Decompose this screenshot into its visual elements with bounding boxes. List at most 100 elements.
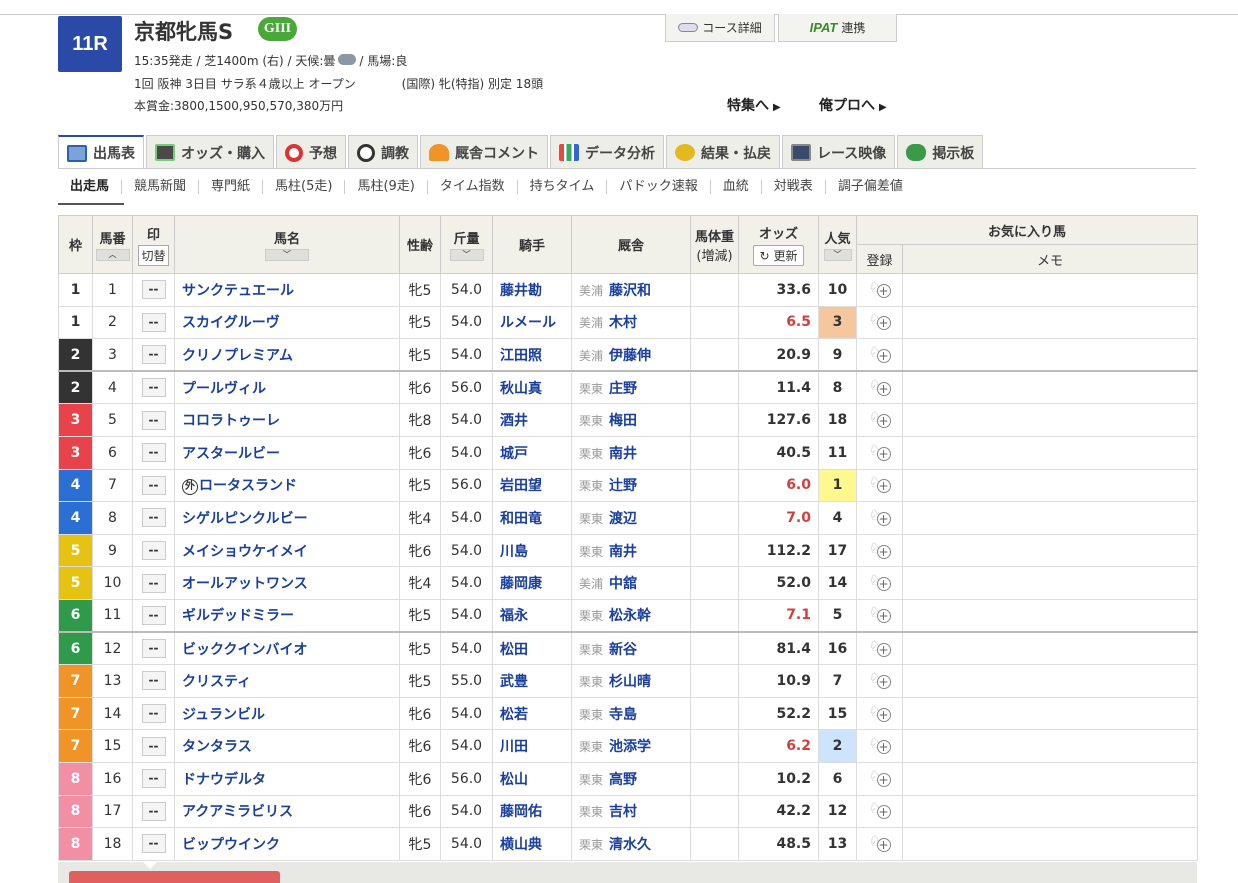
- horse-name-link[interactable]: オールアットワンス: [182, 576, 308, 592]
- horse-name-link[interactable]: アクアミラビリス: [182, 804, 293, 820]
- trainer-link[interactable]: 池添学: [609, 739, 651, 755]
- add-favorite-icon[interactable]: ♘ +: [868, 441, 892, 461]
- jockey-link[interactable]: 秋山真: [500, 381, 542, 397]
- mark-select[interactable]: --: [141, 475, 166, 495]
- jockey-link[interactable]: 和田竜: [500, 511, 542, 527]
- horse-name-link[interactable]: サンクテュエール: [182, 283, 294, 299]
- mark-select[interactable]: --: [141, 639, 166, 659]
- horse-name-link[interactable]: アスタールビー: [182, 446, 280, 462]
- horse-name-link[interactable]: ロータスランド: [199, 478, 297, 494]
- jockey-link[interactable]: 福永: [500, 608, 528, 624]
- jockey-link[interactable]: 横山典: [500, 837, 542, 853]
- add-favorite-icon[interactable]: ♘ +: [868, 669, 892, 689]
- subnav-paddock[interactable]: パドック速報: [607, 180, 711, 194]
- tab-video[interactable]: レース映像: [782, 135, 896, 169]
- add-favorite-icon[interactable]: ♘ +: [868, 408, 892, 429]
- horse-name-link[interactable]: クリノプレミアム: [182, 348, 293, 364]
- memo-cell[interactable]: [901, 566, 1199, 600]
- memo-cell[interactable]: [901, 533, 1199, 568]
- memo-cell[interactable]: [901, 827, 1199, 861]
- mark-select[interactable]: --: [141, 410, 166, 430]
- trainer-link[interactable]: 清水久: [609, 837, 651, 853]
- horse-name-link[interactable]: クリスティ: [182, 674, 251, 690]
- jockey-link[interactable]: 岩田望: [500, 478, 542, 494]
- tab-odds[interactable]: オッズ・購入: [146, 135, 274, 169]
- subnav-pedigree[interactable]: 血統: [711, 180, 762, 194]
- horse-name-link[interactable]: ドナウデルタ: [182, 772, 266, 788]
- subnav-newspaper[interactable]: 競馬新聞: [122, 180, 200, 194]
- add-favorite-icon[interactable]: ♘ +: [868, 571, 892, 592]
- header-kinryo[interactable]: 斤量 ﹀: [440, 215, 493, 274]
- mark-select[interactable]: --: [141, 280, 166, 300]
- subnav-umabashira-9[interactable]: 馬柱(9走): [345, 180, 428, 194]
- horse-name-link[interactable]: スカイグルーヴ: [182, 315, 280, 331]
- memo-cell[interactable]: [901, 403, 1199, 437]
- horse-name-link[interactable]: コロラトゥーレ: [182, 413, 280, 429]
- mark-select[interactable]: --: [141, 769, 166, 789]
- subnav-condition[interactable]: 調子偏差値: [826, 180, 915, 194]
- horse-name-link[interactable]: シゲルピンクルビー: [182, 511, 308, 527]
- jockey-link[interactable]: 松山: [500, 772, 528, 788]
- subnav-shussoba[interactable]: 出走馬: [58, 180, 123, 194]
- special-link[interactable]: 特集へ ▶: [727, 95, 781, 115]
- sort-down-icon[interactable]: ﹀: [449, 249, 484, 261]
- jockey-link[interactable]: 川田: [500, 739, 528, 755]
- jockey-link[interactable]: 藤井勘: [500, 283, 542, 299]
- trainer-link[interactable]: 新谷: [609, 642, 637, 658]
- memo-cell[interactable]: [901, 501, 1199, 535]
- mark-select[interactable]: --: [141, 378, 166, 398]
- memo-cell[interactable]: [901, 664, 1199, 698]
- trainer-link[interactable]: 杉山晴: [609, 674, 651, 690]
- memo-cell[interactable]: [901, 468, 1199, 503]
- mark-select[interactable]: --: [141, 671, 166, 691]
- sort-up-icon[interactable]: ︿: [95, 249, 130, 261]
- jockey-link[interactable]: 酒井: [500, 413, 528, 429]
- memo-cell[interactable]: [901, 273, 1199, 307]
- tab-data[interactable]: データ分析: [550, 135, 664, 169]
- jockey-link[interactable]: 江田照: [500, 348, 542, 364]
- tab-bbs[interactable]: 掲示板: [897, 135, 984, 169]
- mark-select[interactable]: --: [141, 508, 166, 528]
- jockey-link[interactable]: 松若: [500, 707, 528, 723]
- mark-select[interactable]: --: [141, 312, 166, 332]
- trainer-link[interactable]: 南井: [609, 544, 637, 560]
- mark-select[interactable]: --: [141, 541, 166, 561]
- mark-select[interactable]: --: [141, 834, 166, 854]
- memo-cell[interactable]: [901, 598, 1199, 633]
- mark-select[interactable]: --: [141, 345, 166, 365]
- jockey-link[interactable]: 城戸: [500, 446, 528, 462]
- subnav-best-time[interactable]: 持ちタイム: [518, 180, 608, 194]
- horse-name-link[interactable]: メイショウケイメイ: [182, 544, 308, 560]
- memo-cell[interactable]: [901, 794, 1199, 829]
- jockey-link[interactable]: 武豊: [500, 674, 528, 690]
- header-umaban[interactable]: 馬番 ︿: [92, 215, 133, 274]
- tab-result[interactable]: 結果・払戻: [666, 135, 780, 169]
- add-favorite-icon[interactable]: ♘ +: [868, 473, 892, 494]
- add-favorite-icon[interactable]: ♘ +: [868, 376, 892, 396]
- sort-down-icon[interactable]: ﹀: [265, 249, 309, 261]
- jockey-link[interactable]: 松田: [500, 642, 528, 658]
- tab-chokyo[interactable]: 調教: [348, 135, 418, 169]
- memo-cell[interactable]: [901, 305, 1199, 340]
- memo-cell[interactable]: [901, 370, 1199, 405]
- sort-down-icon[interactable]: ﹀: [823, 249, 852, 261]
- horse-name-link[interactable]: ギルデッドミラー: [182, 608, 294, 624]
- add-favorite-icon[interactable]: ♘ +: [868, 734, 892, 755]
- memo-cell[interactable]: [901, 435, 1199, 470]
- ipat-link-button[interactable]: IPAT 連携: [778, 14, 897, 42]
- trainer-link[interactable]: 吉村: [609, 804, 637, 820]
- trainer-link[interactable]: 藤沢和: [609, 283, 651, 299]
- trainer-link[interactable]: 南井: [609, 446, 637, 462]
- subnav-matchup[interactable]: 対戦表: [762, 180, 826, 194]
- header-ninki[interactable]: 人気 ﹀: [818, 215, 857, 274]
- tab-yoso[interactable]: 予想: [276, 135, 346, 169]
- add-favorite-icon[interactable]: ♘ +: [868, 832, 892, 852]
- trainer-link[interactable]: 木村: [609, 315, 637, 331]
- horse-name-link[interactable]: ビップウインク: [182, 837, 280, 853]
- add-favorite-icon[interactable]: ♘ +: [868, 767, 892, 787]
- mark-select[interactable]: --: [141, 605, 166, 625]
- mark-select[interactable]: --: [141, 573, 166, 593]
- trainer-link[interactable]: 高野: [609, 772, 637, 788]
- memo-cell[interactable]: [901, 761, 1199, 796]
- mark-select[interactable]: --: [141, 801, 166, 821]
